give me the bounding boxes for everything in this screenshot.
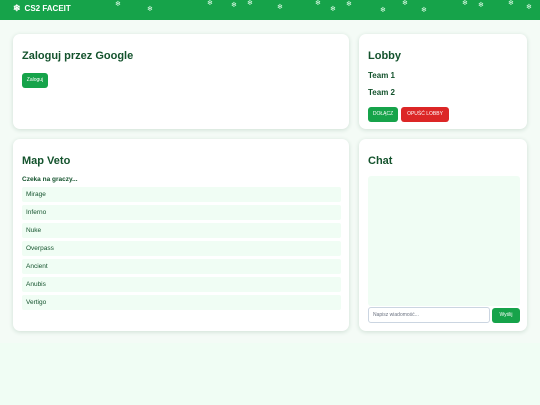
snowflake-icon: ❄ [231, 2, 237, 9]
snowflake-icon: ❄ [315, 0, 321, 7]
main-content: Zaloguj przez Google Zaloguj Lobby Team … [0, 20, 540, 343]
chat-title: Chat [368, 155, 393, 167]
snowflake-icon: ❄ [380, 7, 386, 14]
snowflake-icon: ❄ [462, 0, 468, 7]
map-list: Mirage Inferno Nuke Overpass Ancient Anu… [22, 187, 341, 313]
veto-status: Czeka na graczy... [22, 176, 78, 183]
snowflake-decoration: ❄ ❄ ❄ ❄ ❄ ❄ ❄ ❄ ❄ ❄ ❄ ❄ ❄ ❄ ❄ ❄ [0, 0, 540, 20]
map-item-nuke[interactable]: Nuke [22, 223, 341, 238]
snowflake-icon: ❄ [13, 3, 21, 13]
snowflake-icon: ❄ [421, 7, 427, 14]
map-item-overpass[interactable]: Overpass [22, 241, 341, 256]
team1-label: Team 1 [368, 71, 395, 80]
map-item-inferno[interactable]: Inferno [22, 205, 341, 220]
snowflake-icon: ❄ [508, 0, 514, 7]
team2-label: Team 2 [368, 88, 395, 97]
snowflake-icon: ❄ [526, 4, 532, 11]
snowflake-icon: ❄ [330, 6, 336, 13]
brand-title: CS2 FACEIT [24, 4, 71, 13]
map-item-mirage[interactable]: Mirage [22, 187, 341, 202]
brand[interactable]: ❄ CS2 FACEIT [13, 3, 71, 14]
login-card: Zaloguj przez Google Zaloguj [13, 34, 349, 129]
map-item-anubis[interactable]: Anubis [22, 277, 341, 292]
snowflake-icon: ❄ [247, 0, 253, 7]
snowflake-icon: ❄ [277, 4, 283, 11]
chat-message-input[interactable] [368, 307, 490, 323]
snowflake-icon: ❄ [478, 2, 484, 9]
login-button[interactable]: Zaloguj [22, 73, 48, 88]
chat-card: Chat Wyślij [359, 139, 527, 331]
join-button[interactable]: DOŁĄCZ [368, 107, 398, 122]
send-button[interactable]: Wyślij [492, 308, 520, 323]
map-item-ancient[interactable]: Ancient [22, 259, 341, 274]
lobby-title: Lobby [368, 50, 401, 62]
snowflake-icon: ❄ [346, 1, 352, 8]
snowflake-icon: ❄ [115, 1, 121, 8]
login-title: Zaloguj przez Google [22, 50, 134, 62]
top-navbar: ❄ ❄ ❄ ❄ ❄ ❄ ❄ ❄ ❄ ❄ ❄ ❄ ❄ ❄ ❄ ❄ ❄ CS2 FA… [0, 0, 540, 20]
map-veto-card: Map Veto Czeka na graczy... Mirage Infer… [13, 139, 349, 331]
leave-lobby-button[interactable]: OPUŚĆ LOBBY [401, 107, 449, 122]
map-veto-title: Map Veto [22, 155, 71, 167]
snowflake-icon: ❄ [147, 6, 153, 13]
snowflake-icon: ❄ [207, 0, 213, 7]
snowflake-icon: ❄ [402, 0, 408, 7]
chat-messages[interactable] [368, 176, 520, 306]
lobby-card: Lobby Team 1 Team 2 DOŁĄCZ OPUŚĆ LOBBY [359, 34, 527, 129]
map-item-vertigo[interactable]: Vertigo [22, 295, 341, 310]
